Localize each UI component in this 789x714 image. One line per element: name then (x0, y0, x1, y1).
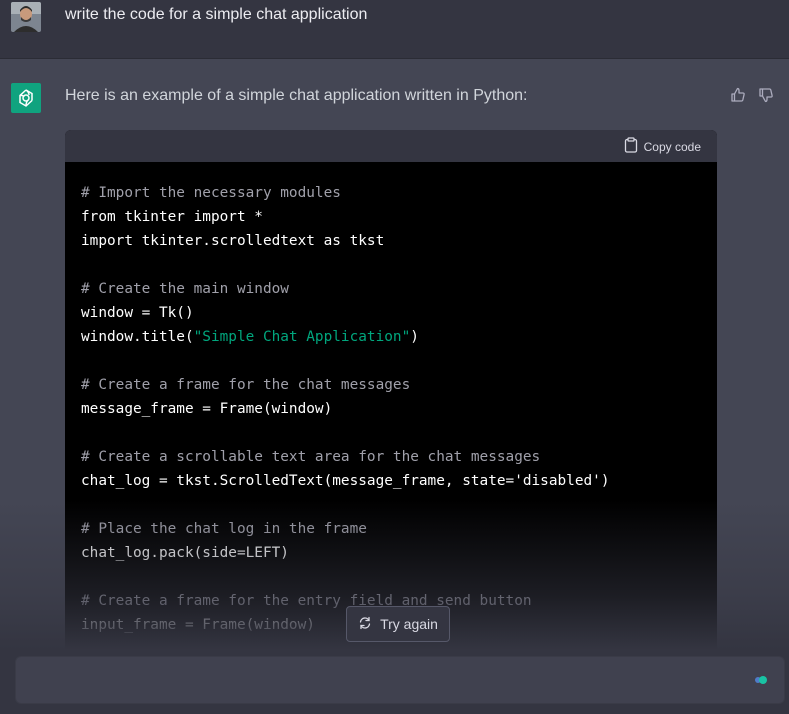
code-body: # Import the necessary modules from tkint… (65, 162, 717, 637)
code-comment: # Create a frame for the chat messages (81, 377, 411, 393)
user-avatar (11, 2, 41, 32)
code-line: chat_log = tkst.ScrolledText(message_fra… (81, 469, 701, 493)
user-message-row: write the code for a simple chat applica… (0, 0, 789, 59)
assistant-message-text: Here is an example of a simple chat appl… (65, 87, 528, 104)
code-text: import tkinter.scrolledtext as tkst (81, 233, 385, 249)
code-block-header: Copy code (65, 130, 717, 162)
code-comment: # Create a scrollable text area for the … (81, 449, 541, 465)
code-text: chat_log.pack(side=LEFT) (81, 545, 289, 561)
openai-logo-icon (11, 83, 41, 113)
code-text: message_frame = Frame(window) (81, 401, 333, 417)
code-text: chat_log = tkst.ScrolledText(message_fra… (81, 473, 610, 489)
code-comment: # Create the main window (81, 281, 289, 297)
refresh-icon (358, 616, 372, 633)
code-comment: # Create a frame for the entry field and… (81, 593, 532, 609)
user-message-text: write the code for a simple chat applica… (65, 6, 368, 23)
code-line: window = Tk() (81, 301, 701, 325)
code-line: from tkinter import * (81, 205, 701, 229)
copy-code-button[interactable]: Copy code (624, 137, 701, 156)
try-again-label: Try again (380, 616, 438, 632)
code-line: # Create the main window (81, 277, 701, 301)
thumbs-down-icon[interactable] (757, 86, 775, 104)
code-line: # Create a frame for the chat messages (81, 373, 701, 397)
code-text: input_frame = Frame(window) (81, 617, 315, 633)
code-text: window = Tk() (81, 305, 194, 321)
code-token-string: "Simple Chat Application" (193, 329, 411, 345)
code-comment: # Place the chat log in the frame (81, 521, 367, 537)
code-token-after: ) (410, 329, 419, 345)
code-text: from tkinter import * (81, 209, 263, 225)
try-again-button[interactable]: Try again (346, 606, 450, 642)
code-line: import tkinter.scrolledtext as tkst (81, 229, 701, 253)
code-token-before: window.title( (81, 329, 194, 345)
code-line: # Create a scrollable text area for the … (81, 445, 701, 469)
code-line: window.title("Simple Chat Application") (81, 325, 701, 349)
code-line: # Place the chat log in the frame (81, 517, 701, 541)
code-block: Copy code # Import the necessary modules… (65, 130, 717, 670)
copy-code-label: Copy code (643, 139, 701, 154)
message-input[interactable] (28, 657, 752, 705)
code-comment: # Import the necessary modules (81, 185, 341, 201)
code-line: message_frame = Frame(window) (81, 397, 701, 421)
message-composer[interactable] (15, 656, 785, 705)
send-icon[interactable] (754, 673, 768, 687)
code-line: # Import the necessary modules (81, 181, 701, 205)
clipboard-icon (624, 137, 638, 156)
code-line: chat_log.pack(side=LEFT) (81, 541, 701, 565)
thumbs-up-icon[interactable] (729, 86, 747, 104)
